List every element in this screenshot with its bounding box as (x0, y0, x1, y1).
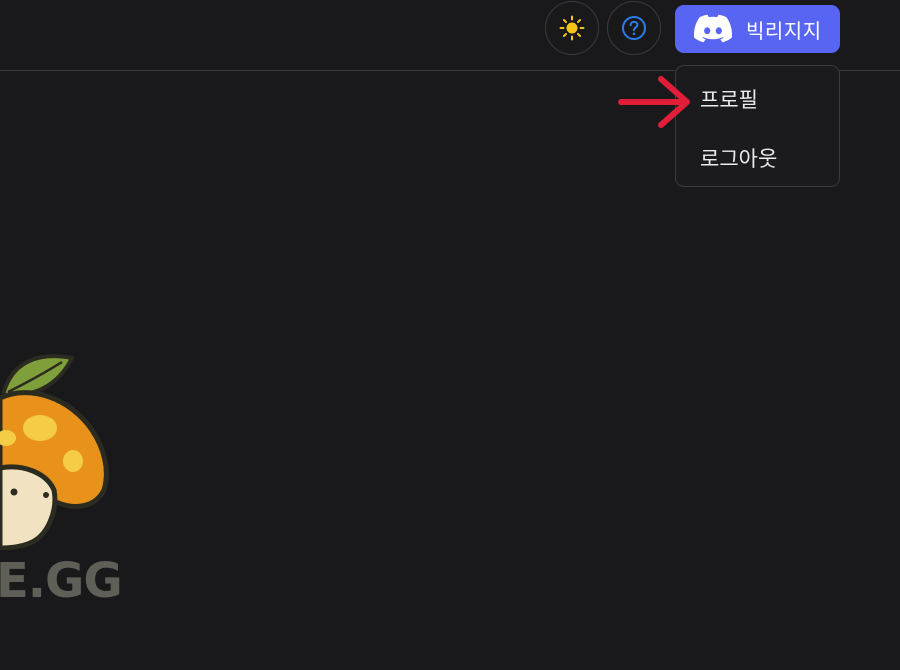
discord-icon (694, 14, 732, 43)
mushroom-mascot (0, 354, 109, 550)
user-name: 빅리지지 (746, 18, 822, 43)
theme-toggle-button[interactable] (545, 1, 599, 55)
logo-text-label: RE.GG (0, 557, 120, 607)
logo-text: RE.GG (0, 557, 120, 607)
discord-user-button[interactable]: 빅리지지 (675, 5, 840, 53)
question-circle-icon (622, 16, 646, 40)
sun-icon (559, 15, 585, 41)
top-bar: 빅리지지 (0, 0, 900, 71)
user-dropdown-menu: 프로필 로그아웃 (675, 65, 840, 187)
menu-item-logout[interactable]: 로그아웃 (700, 143, 777, 173)
help-button[interactable] (607, 1, 661, 55)
annotation-arrow-icon (618, 76, 690, 128)
menu-item-profile[interactable]: 프로필 (700, 84, 758, 114)
